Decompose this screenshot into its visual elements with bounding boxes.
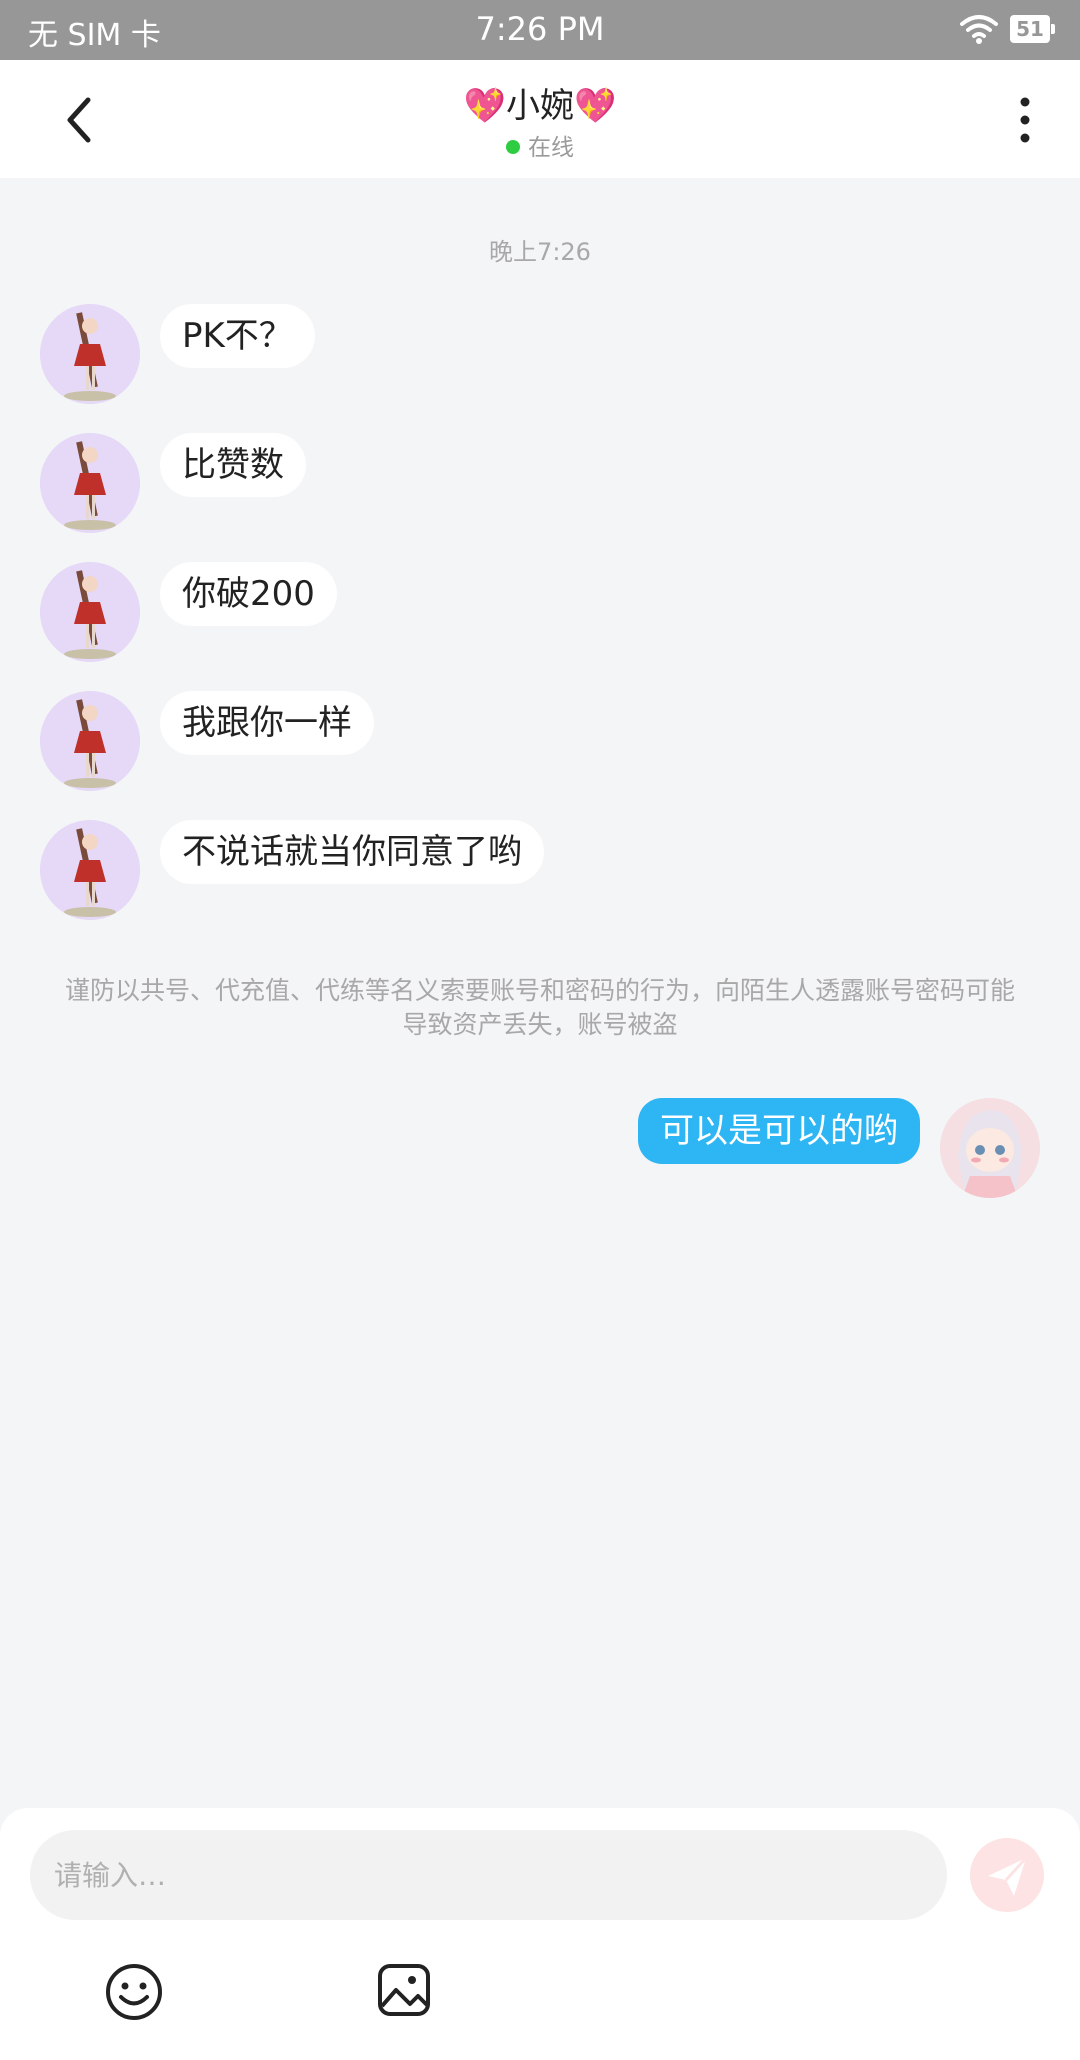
message-row: 不说话就当你同意了哟 bbox=[0, 820, 1080, 930]
incoming-message-bubble[interactable]: 我跟你一样 bbox=[160, 691, 374, 755]
heart-left-icon: 💖 bbox=[463, 86, 506, 126]
contact-avatar[interactable] bbox=[40, 562, 140, 662]
incoming-message-bubble[interactable]: 你破200 bbox=[160, 562, 337, 626]
incoming-message-bubble[interactable]: 不说话就当你同意了哟 bbox=[160, 820, 544, 884]
emoji-icon[interactable] bbox=[104, 1962, 164, 2022]
message-input[interactable] bbox=[30, 1830, 947, 1920]
contact-avatar[interactable] bbox=[40, 304, 140, 404]
message-composer bbox=[0, 1808, 1080, 2060]
chat-header: 💖小婉💖 在线 bbox=[0, 60, 1080, 178]
contact-avatar[interactable] bbox=[40, 433, 140, 533]
incoming-message-bubble[interactable]: 比赞数 bbox=[160, 433, 306, 497]
send-icon bbox=[988, 1856, 1028, 1896]
incoming-message-bubble[interactable]: PK不？ bbox=[160, 304, 315, 368]
message-row: 比赞数 bbox=[0, 433, 1080, 543]
message-row: 你破200 bbox=[0, 562, 1080, 672]
image-icon[interactable] bbox=[376, 1962, 432, 2018]
contact-avatar[interactable] bbox=[40, 691, 140, 791]
online-status-label: 在线 bbox=[528, 135, 574, 161]
message-row: 我跟你一样 bbox=[0, 691, 1080, 801]
heart-right-icon: 💖 bbox=[574, 86, 617, 126]
online-dot-icon bbox=[506, 140, 520, 154]
security-warning: 谨防以共号、代充值、代练等名义索要账号和密码的行为，向陌生人透露账号密码可能导致… bbox=[64, 976, 1015, 1039]
contact-avatar[interactable] bbox=[40, 820, 140, 920]
contact-name: 小婉 bbox=[506, 86, 574, 126]
online-status: 在线 bbox=[0, 128, 1080, 162]
outgoing-message-bubble[interactable]: 可以是可以的哟 bbox=[638, 1098, 920, 1164]
message-row: PK不？ bbox=[0, 304, 1080, 414]
my-avatar[interactable] bbox=[940, 1098, 1040, 1198]
send-button[interactable] bbox=[970, 1838, 1044, 1912]
status-time: 7:26 PM bbox=[475, 10, 605, 48]
wifi-icon bbox=[960, 15, 998, 44]
message-timestamp: 晚上7:26 bbox=[489, 238, 591, 266]
battery-indicator: 51 bbox=[1010, 15, 1055, 43]
more-options-icon[interactable] bbox=[1010, 90, 1040, 150]
status-bar: 无 SIM 卡 7:26 PM 51 bbox=[0, 0, 1080, 60]
contact-name-row: 💖小婉💖 bbox=[0, 78, 1080, 127]
